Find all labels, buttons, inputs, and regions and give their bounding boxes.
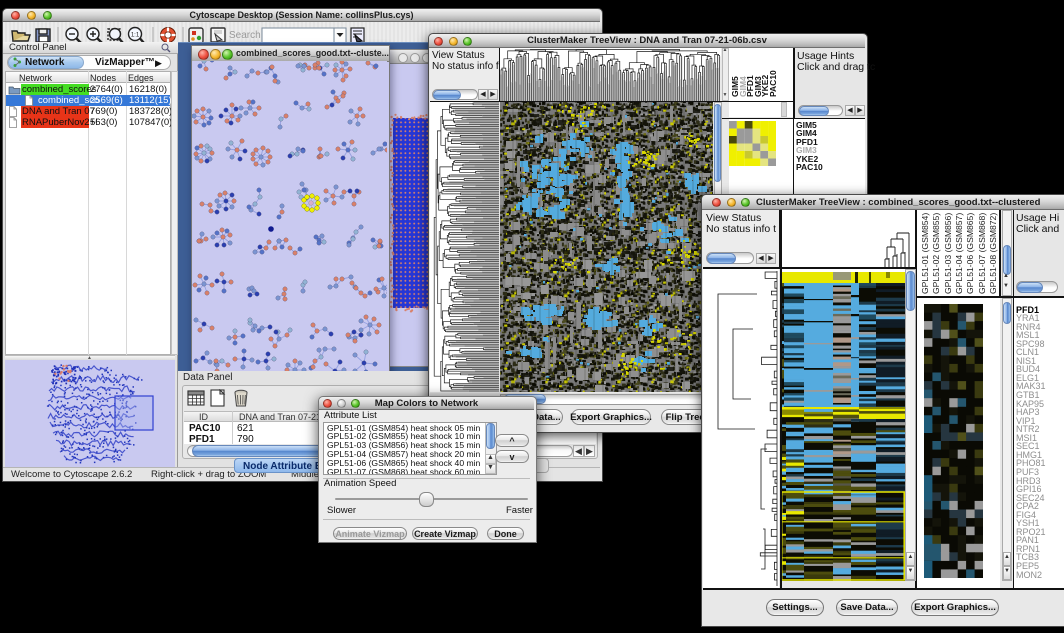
svg-text:1:1: 1:1: [131, 33, 140, 39]
svg-text:Search:: Search:: [229, 30, 263, 41]
